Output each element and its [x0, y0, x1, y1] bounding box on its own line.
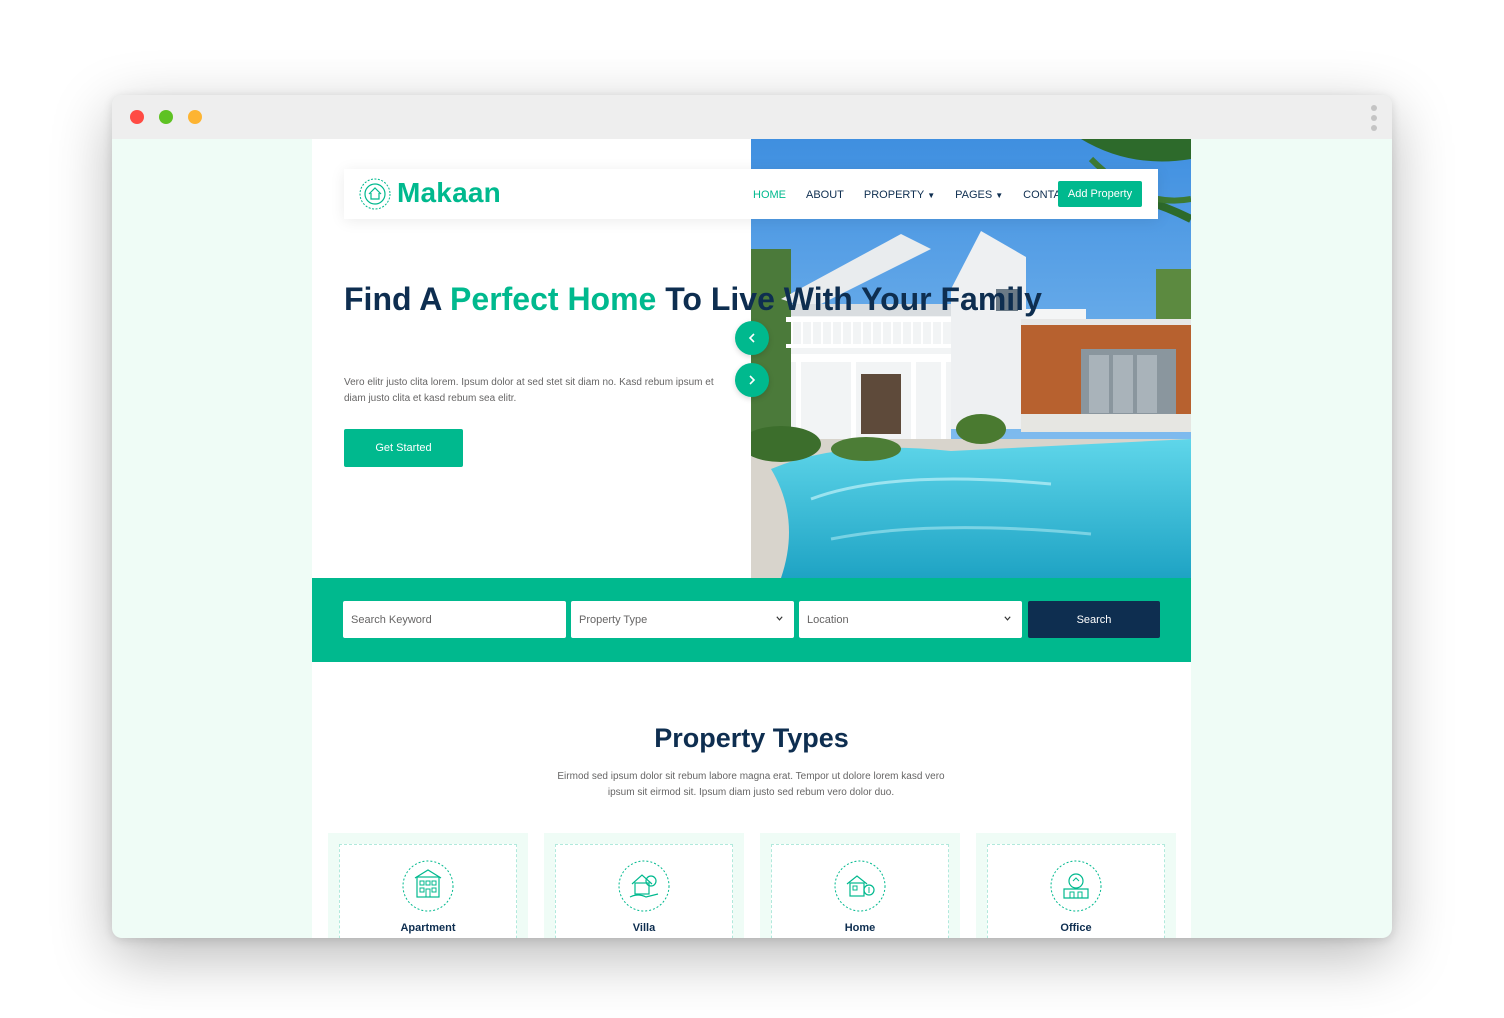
hero-title: Find A Perfect Home To Live With Your Fa…: [344, 281, 1042, 317]
property-type-label: Apartment: [400, 922, 456, 934]
property-type-card-home[interactable]: Home: [760, 833, 960, 938]
chevron-left-icon: [748, 333, 755, 343]
villa-icon: [618, 860, 670, 912]
apartment-icon: [402, 860, 454, 912]
chevron-down-icon: ▼: [995, 190, 1004, 200]
property-type-label: Home: [844, 922, 876, 934]
add-property-button[interactable]: Add Property: [1058, 181, 1142, 207]
property-type-select[interactable]: Property Type: [571, 601, 794, 638]
property-type-card-office[interactable]: Office: [976, 833, 1176, 938]
hero-description: Vero elitr justo clita lorem. Ipsum dolo…: [344, 377, 714, 404]
maximize-window-button[interactable]: [159, 110, 173, 124]
property-type-label: Office: [1060, 922, 1092, 934]
search-bar: Search Keyword Property Type Location Se…: [312, 578, 1191, 662]
chevron-down-icon: [1004, 616, 1011, 621]
carousel-prev-button[interactable]: [735, 321, 769, 355]
browser-window: Makaan HOME ABOUT PROPERTY ▼ PAGES ▼ CONTA…: [112, 95, 1392, 938]
website-page: Makaan HOME ABOUT PROPERTY ▼ PAGES ▼ CONTA…: [312, 139, 1191, 938]
close-window-button[interactable]: [130, 110, 144, 124]
office-icon: [1050, 860, 1102, 912]
property-type-card-apartment[interactable]: Apartment: [328, 833, 528, 938]
nav-item-about[interactable]: ABOUT: [806, 186, 844, 204]
get-started-button[interactable]: Get Started: [344, 429, 463, 467]
nav-item-pages[interactable]: PAGES ▼: [955, 186, 1003, 204]
nav-item-property[interactable]: PROPERTY ▼: [864, 186, 935, 204]
property-type-card-villa[interactable]: Villa: [544, 833, 744, 938]
minimize-window-button[interactable]: [188, 110, 202, 124]
search-keyword-input[interactable]: Search Keyword: [343, 601, 566, 638]
nav-menu: HOME ABOUT PROPERTY ▼ PAGES ▼ CONTACT: [753, 186, 1096, 204]
navbar: Makaan HOME ABOUT PROPERTY ▼ PAGES ▼ CONTA…: [344, 169, 1158, 219]
property-type-label: Villa: [632, 922, 656, 934]
search-button[interactable]: Search: [1028, 601, 1160, 638]
logo-icon: [359, 178, 391, 210]
chevron-right-icon: [749, 375, 756, 385]
brand-logo-text[interactable]: Makaan: [397, 177, 501, 209]
property-types-title: Property Types: [654, 723, 849, 753]
chevron-down-icon: ▼: [927, 190, 936, 200]
location-select[interactable]: Location: [799, 601, 1022, 638]
carousel-next-button[interactable]: [735, 363, 769, 397]
home-icon: [834, 860, 886, 912]
browser-titlebar: [112, 95, 1392, 139]
nav-item-home[interactable]: HOME: [753, 186, 786, 204]
more-options-icon[interactable]: [1368, 105, 1380, 131]
chevron-down-icon: [776, 616, 783, 621]
property-types-description: Eirmod sed ipsum dolor sit rebum labore …: [557, 771, 945, 798]
